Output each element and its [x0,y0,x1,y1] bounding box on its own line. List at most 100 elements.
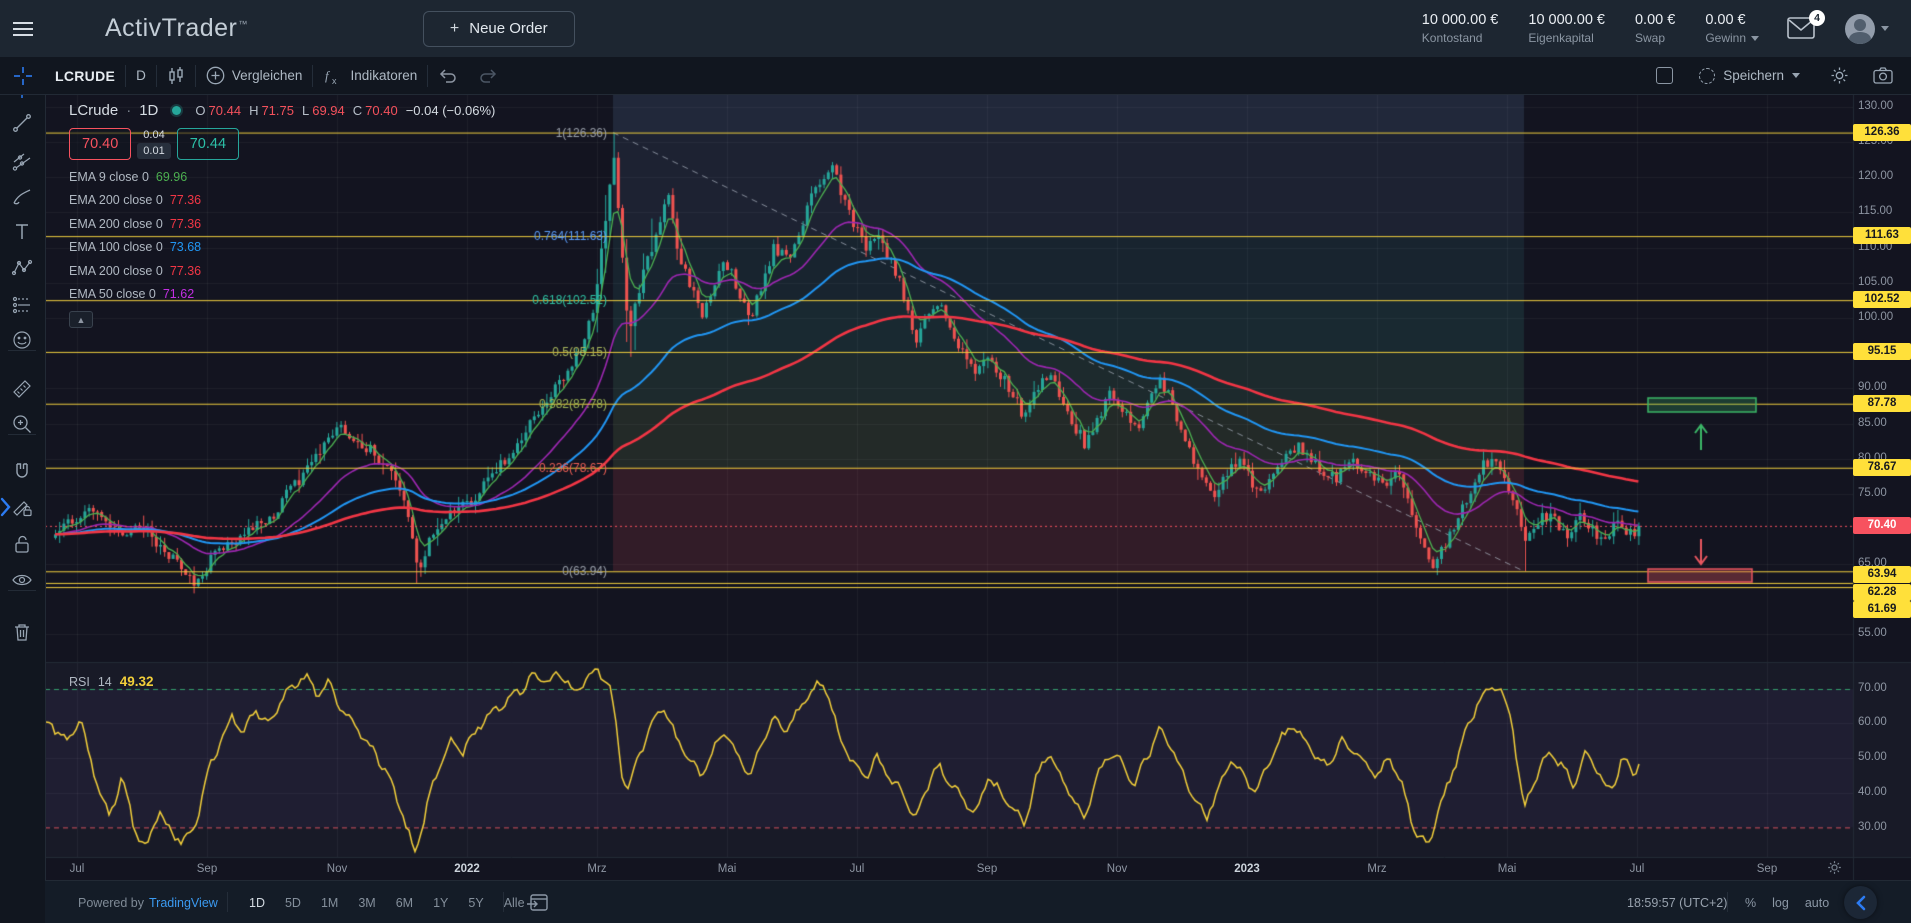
indicator-label: EMA 200 close 0 [69,193,163,207]
auto-scale-toggle[interactable]: auto [1805,896,1829,910]
indicator-legend-row[interactable]: EMA 200 close 077.36 [69,217,495,231]
log-scale-toggle[interactable]: log [1772,896,1789,910]
tool-xabcd-pattern[interactable] [0,252,44,284]
tool-lock-all[interactable] [0,528,44,560]
range-button-1d[interactable]: 1D [241,892,273,914]
tool-brush[interactable] [0,181,44,213]
percent-scale-toggle[interactable]: % [1745,896,1756,910]
redo-button[interactable] [468,68,508,84]
collapse-panel-button[interactable] [1844,886,1877,919]
avatar [1845,14,1875,44]
range-button-3m[interactable]: 3M [350,892,383,914]
tool-magnet[interactable] [0,456,44,488]
tool-trend-line[interactable] [0,107,44,139]
redo-icon [478,68,498,84]
range-button-1y[interactable]: 1Y [425,892,456,914]
rsi-axis-label: 60.00 [1858,716,1887,728]
rsi-legend: RSI 14 49.32 [69,674,154,689]
compare-button[interactable]: Vergleichen [196,66,313,85]
ruler-icon [11,378,33,400]
tool-delete[interactable] [0,616,44,648]
price-axis-label: 130.00 [1858,100,1893,112]
account-menu[interactable] [1845,14,1889,44]
indicator-legend-row[interactable]: EMA 200 close 077.36 [69,193,495,207]
undo-button[interactable] [428,68,468,84]
tool-hide-all[interactable] [0,564,44,596]
indicator-legend-row[interactable]: EMA 50 close 0 71.62 [69,287,495,301]
tool-fib-retracement[interactable] [0,145,44,177]
powered-by: Powered by TradingView [78,881,218,923]
tool-ruler[interactable] [0,373,44,405]
indicator-legend-row[interactable]: EMA 200 close 0 77.36 [69,264,495,278]
time-axis-label: Jul [70,863,85,875]
chart-settings-button[interactable] [1826,66,1853,85]
svg-text:x: x [332,76,337,85]
goto-date-button[interactable] [526,881,548,923]
legend-symbol[interactable]: LCrude [69,102,118,119]
fib-price-badge: 126.36 [1853,124,1911,141]
text-icon [11,221,33,243]
range-button-5y[interactable]: 5Y [460,892,491,914]
price-axis-label: 55.00 [1858,627,1887,639]
inbox-icon[interactable]: 4 [1787,17,1817,41]
toolbar-separator [8,434,36,435]
new-order-button[interactable]: + Neue Order [423,11,575,47]
ohlc-key: H [249,103,258,118]
delete-icon [11,621,33,643]
spread: 0.04 0.01 [137,129,170,159]
time-axis-label: Sep [197,863,217,875]
price-axis-label: 115.00 [1858,205,1892,217]
sell-button[interactable]: 70.40 [69,128,131,160]
tool-text[interactable] [0,216,44,248]
zoom-in-icon [11,413,33,435]
tool-zoom-in[interactable] [0,408,44,440]
chart-area: LCrude · 1D O70.44H71.75L69.94C70.40 −0.… [45,94,1911,880]
bottom-bar: Powered by TradingView 1D5D1M3M6M1Y5YAll… [45,880,1911,923]
svg-text:f: f [325,68,331,83]
axis-settings-icon[interactable] [1827,860,1842,880]
time-axis-label: 2023 [1234,863,1260,875]
stat-label: Kontostand [1422,31,1499,45]
indicators-button[interactable]: fx Indikatoren [313,67,427,85]
chart-style-button[interactable] [157,66,195,86]
tool-long-position[interactable] [0,289,44,321]
fib-price-badge: 102.52 [1853,291,1911,308]
stat-label: Gewinn [1705,31,1759,45]
stat-value: 10 000.00 € [1422,12,1499,28]
range-button-6m[interactable]: 6M [388,892,421,914]
layout-select-checkbox[interactable] [1656,67,1673,84]
time-axis-label: Jul [1630,863,1645,875]
tool-emoji[interactable] [0,324,44,356]
price-axis-label: 120.00 [1858,170,1893,182]
save-layout-button[interactable]: Speichern [1689,68,1810,84]
symbol-button[interactable]: LCRUDE [45,68,125,84]
rsi-value: 49.32 [120,674,154,689]
snapshot-button[interactable] [1869,67,1897,84]
legend-collapse-button[interactable]: ▲ [69,311,93,328]
legend-interval[interactable]: 1D [139,102,158,119]
candles-icon [167,66,185,86]
indicator-label: EMA 200 close 0 [69,264,163,278]
interval-button[interactable]: D [126,68,156,83]
indicator-value: 69.96 [156,170,187,184]
left-panel-expand-icon[interactable] [0,495,11,524]
main-menu-icon[interactable] [0,0,45,57]
chevron-down-icon[interactable] [1751,36,1759,41]
crosshair-mode-button[interactable] [0,66,45,86]
time-axis-label: Nov [327,863,347,875]
range-button-5d[interactable]: 5D [277,892,309,914]
tradingview-link[interactable]: TradingView [149,896,218,910]
toolbar-separator [8,350,36,351]
lock-all-icon [11,533,33,555]
indicator-label: EMA 50 close 0 [69,287,156,301]
gear-icon [1830,66,1849,85]
indicator-legend-row[interactable]: EMA 9 close 0 69.96 [69,170,495,184]
indicator-value: 77.36 [170,264,201,278]
chevron-down-icon [1881,26,1889,31]
indicator-label: EMA 9 close 0 [69,170,149,184]
indicator-legend-row[interactable]: EMA 100 close 073.68 [69,240,495,254]
buy-button[interactable]: 70.44 [177,128,239,160]
range-button-1m[interactable]: 1M [313,892,346,914]
indicator-value: 71.62 [163,287,194,301]
chart-toolbar: LCRUDE D Vergleichen fx Indikatoren [0,57,1911,95]
